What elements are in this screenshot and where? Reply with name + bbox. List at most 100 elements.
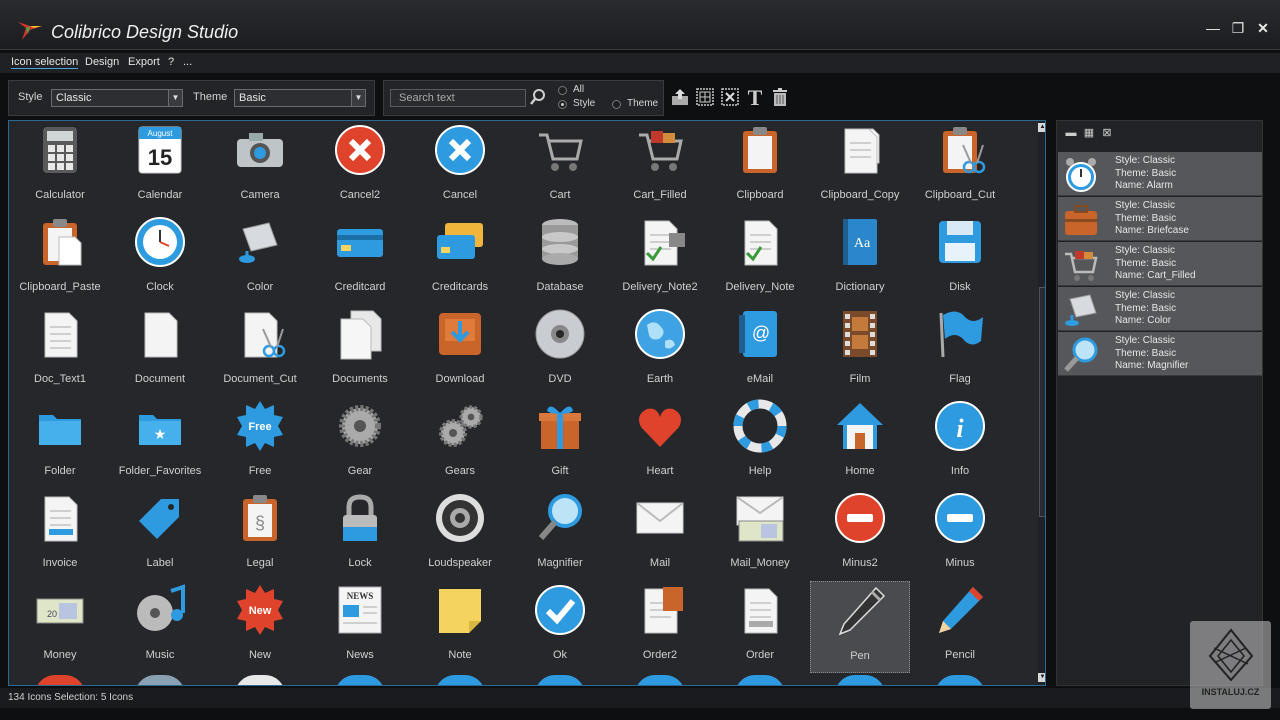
icon-cell-color[interactable]: Color — [210, 213, 310, 305]
icon-cell-calculator[interactable]: Calculator — [10, 121, 110, 213]
icon-cell-partial[interactable] — [635, 675, 685, 685]
style-select[interactable]: Classic ▼ — [51, 89, 183, 107]
select-all-icon[interactable] — [694, 87, 716, 109]
menu-icon-selection[interactable]: Icon selection — [11, 56, 79, 69]
icon-cell-creditcard[interactable]: Creditcard — [310, 213, 410, 305]
icon-cell-clipboard-cut[interactable]: Clipboard_Cut — [910, 121, 1010, 213]
icon-cell-info[interactable]: i Info — [910, 397, 1010, 489]
icon-cell-magnifier[interactable]: Magnifier — [510, 489, 610, 581]
icon-cell-order2[interactable]: Order2 — [610, 581, 710, 673]
icon-cell-creditcards[interactable]: Creditcards — [410, 213, 510, 305]
icon-cell-calendar[interactable]: August 15 Calendar — [110, 121, 210, 213]
trash-icon[interactable] — [769, 87, 791, 109]
icon-cell-partial[interactable] — [735, 675, 785, 685]
icon-cell-cancel[interactable]: Cancel — [410, 121, 510, 213]
icon-cell-clipboard-paste[interactable]: Clipboard_Paste — [10, 213, 110, 305]
selection-item[interactable]: Style: Classic Theme: Basic Name: Alarm — [1058, 152, 1262, 196]
icon-cell-label[interactable]: Label — [110, 489, 210, 581]
menu-help[interactable]: ? — [168, 56, 174, 68]
icon-cell-home[interactable]: Home — [810, 397, 910, 489]
restore-button[interactable]: ❐ — [1230, 20, 1246, 36]
search-icon[interactable] — [529, 88, 547, 106]
icon-cell-money[interactable]: 20 Money — [10, 581, 110, 673]
scope-theme-radio[interactable] — [612, 100, 621, 109]
icon-cell-camera[interactable]: Camera — [210, 121, 310, 213]
search-input[interactable]: Search text — [390, 89, 526, 107]
icon-cell-partial[interactable] — [35, 675, 85, 685]
menu-more[interactable]: ... — [183, 56, 192, 68]
icon-cell-document-cut[interactable]: Document_Cut — [210, 305, 310, 397]
icon-cell-cart-filled[interactable]: Cart_Filled — [610, 121, 710, 213]
selection-item[interactable]: Style: Classic Theme: Basic Name: Color — [1058, 287, 1262, 331]
icon-cell-partial[interactable] — [835, 675, 885, 685]
icon-cell-help[interactable]: Help — [710, 397, 810, 489]
icon-cell-gear[interactable]: Gear — [310, 397, 410, 489]
icon-cell-gift[interactable]: Gift — [510, 397, 610, 489]
icon-cell-download[interactable]: Download — [410, 305, 510, 397]
scroll-down-icon[interactable]: ▼ — [1038, 673, 1045, 682]
icon-cell-email[interactable]: @ eMail — [710, 305, 810, 397]
scrollbar-thumb[interactable] — [1039, 287, 1045, 517]
icon-cell-partial[interactable] — [335, 675, 385, 685]
clear-selection-icon[interactable]: ⊠ — [1100, 126, 1114, 140]
icon-cell-dictionary[interactable]: Aa Dictionary — [810, 213, 910, 305]
icon-cell-partial[interactable] — [935, 675, 985, 685]
icon-cell-note[interactable]: Note — [410, 581, 510, 673]
menu-export[interactable]: Export — [128, 56, 160, 68]
icon-cell-delivery-note2[interactable]: Delivery_Note2 — [610, 213, 710, 305]
scroll-up-icon[interactable]: ▲ — [1038, 123, 1045, 132]
icon-cell-doc-text1[interactable]: Doc_Text1 — [10, 305, 110, 397]
deselect-icon[interactable] — [719, 87, 741, 109]
icon-cell-delivery-note[interactable]: Delivery_Note — [710, 213, 810, 305]
icon-cell-documents[interactable]: Documents — [310, 305, 410, 397]
icon-cell-news[interactable]: NEWS News — [310, 581, 410, 673]
text-icon[interactable]: T — [744, 87, 766, 109]
icon-cell-clock[interactable]: Clock — [110, 213, 210, 305]
icon-cell-cancel2[interactable]: Cancel2 — [310, 121, 410, 213]
selection-item[interactable]: Style: Classic Theme: Basic Name: Magnifie… — [1058, 332, 1262, 376]
icon-cell-flag[interactable]: Flag — [910, 305, 1010, 397]
icon-cell-partial[interactable] — [535, 675, 585, 685]
icon-cell-disk[interactable]: Disk — [910, 213, 1010, 305]
icon-cell-partial[interactable] — [235, 675, 285, 685]
collapse-icon[interactable]: ▬ — [1064, 126, 1078, 140]
icon-cell-loudspeaker[interactable]: Loudspeaker — [410, 489, 510, 581]
minimize-button[interactable]: — — [1205, 20, 1221, 36]
close-button[interactable]: ✕ — [1255, 20, 1271, 36]
theme-select[interactable]: Basic ▼ — [234, 89, 366, 107]
select-all-icon[interactable]: ▦ — [1082, 126, 1096, 140]
icon-cell-document[interactable]: Document — [110, 305, 210, 397]
icon-cell-folder[interactable]: Folder — [10, 397, 110, 489]
icon-cell-lock[interactable]: Lock — [310, 489, 410, 581]
icon-cell-film[interactable]: Film — [810, 305, 910, 397]
icon-cell-mail[interactable]: Mail — [610, 489, 710, 581]
icon-cell-folder-favorites[interactable]: ★ Folder_Favorites — [110, 397, 210, 489]
icon-cell-cart[interactable]: Cart — [510, 121, 610, 213]
icon-cell-pen[interactable]: Pen — [810, 581, 910, 673]
export-icon[interactable] — [669, 87, 691, 109]
icon-cell-pencil[interactable]: Pencil — [910, 581, 1010, 673]
scope-all-radio[interactable] — [558, 86, 567, 95]
grid-scrollbar[interactable]: ▲ ▼ — [1038, 121, 1045, 685]
scope-style-radio[interactable] — [558, 100, 567, 109]
icon-cell-gears[interactable]: Gears — [410, 397, 510, 489]
icon-cell-partial[interactable] — [435, 675, 485, 685]
icon-cell-earth[interactable]: Earth — [610, 305, 710, 397]
icon-cell-partial[interactable] — [135, 675, 185, 685]
icon-cell-clipboard-copy[interactable]: Clipboard_Copy — [810, 121, 910, 213]
icon-cell-database[interactable]: Database — [510, 213, 610, 305]
icon-cell-legal[interactable]: § Legal — [210, 489, 310, 581]
icon-grid[interactable]: ▲ ▼ Calculator August 15 Calendar Camera Canc… — [8, 120, 1046, 686]
icon-cell-new[interactable]: New New — [210, 581, 310, 673]
icon-cell-music[interactable]: Music — [110, 581, 210, 673]
icon-cell-order[interactable]: Order — [710, 581, 810, 673]
selection-item[interactable]: Style: Classic Theme: Basic Name: Cart_Fil… — [1058, 242, 1262, 286]
icon-cell-clipboard[interactable]: Clipboard — [710, 121, 810, 213]
icon-cell-mail-money[interactable]: Mail_Money — [710, 489, 810, 581]
icon-cell-heart[interactable]: Heart — [610, 397, 710, 489]
icon-cell-minus2[interactable]: Minus2 — [810, 489, 910, 581]
selection-item[interactable]: Style: Classic Theme: Basic Name: Briefcas… — [1058, 197, 1262, 241]
icon-cell-free[interactable]: Free Free — [210, 397, 310, 489]
icon-cell-minus[interactable]: Minus — [910, 489, 1010, 581]
icon-cell-dvd[interactable]: DVD — [510, 305, 610, 397]
